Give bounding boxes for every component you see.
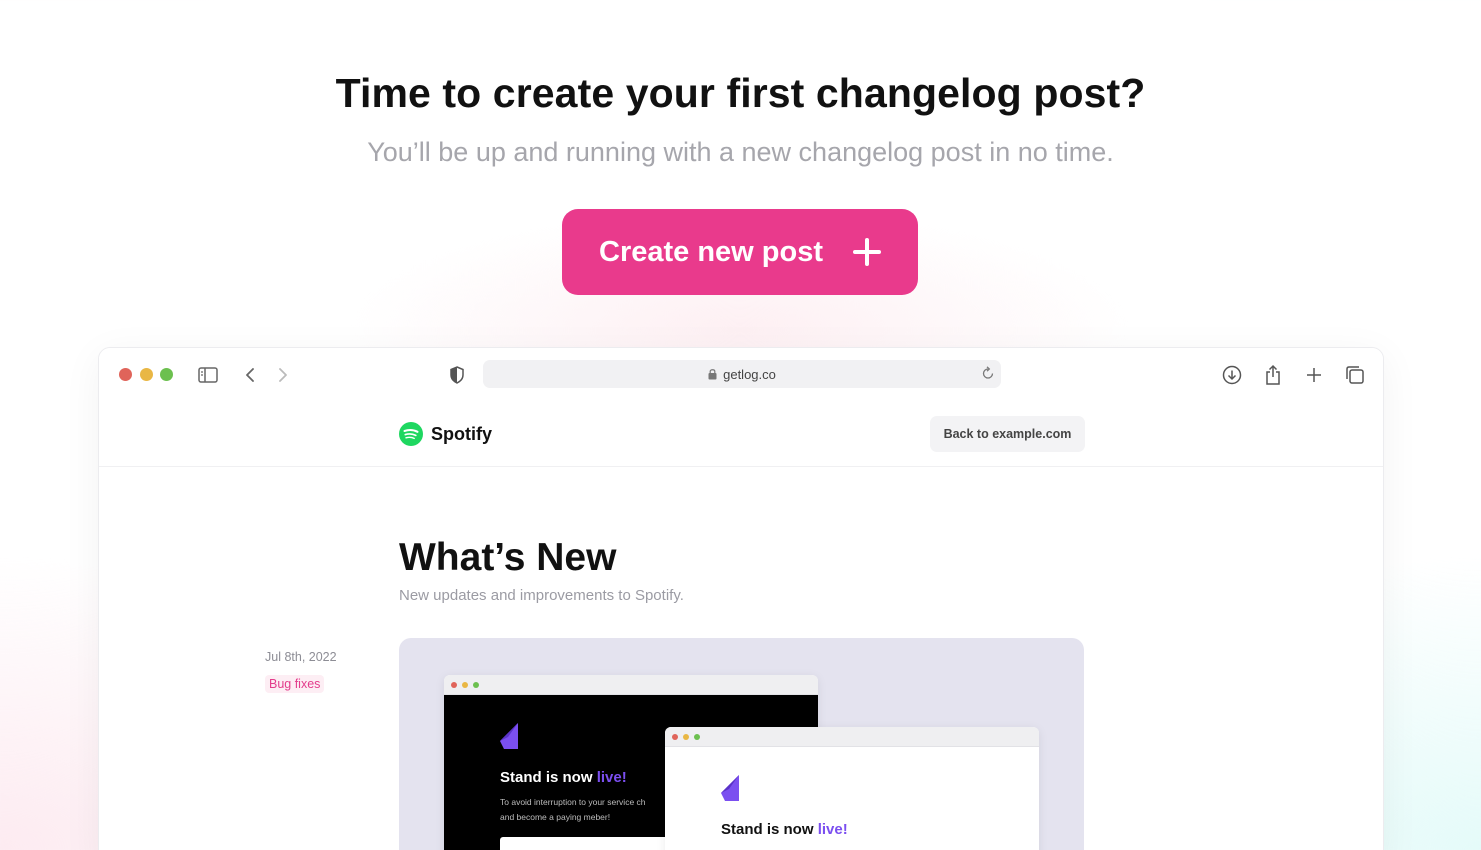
- address-bar[interactable]: getlog.co: [483, 360, 1001, 388]
- preview-window-light: Stand is now live!: [665, 727, 1039, 850]
- forward-icon[interactable]: [270, 362, 296, 388]
- tabs-overview-icon[interactable]: [1342, 362, 1368, 388]
- brand[interactable]: Spotify: [399, 422, 492, 446]
- brand-name: Spotify: [431, 423, 492, 444]
- back-icon[interactable]: [237, 362, 263, 388]
- create-new-post-label: Create new post: [599, 235, 823, 268]
- download-icon[interactable]: [1219, 362, 1245, 388]
- sidebar-toggle-icon[interactable]: [195, 362, 221, 388]
- reload-icon[interactable]: [981, 365, 995, 381]
- plus-icon: [853, 238, 881, 266]
- new-tab-icon[interactable]: [1301, 362, 1327, 388]
- page-heading: What’s New: [399, 536, 617, 579]
- close-window-button[interactable]: [119, 368, 132, 381]
- preview-window-bar: [444, 675, 818, 695]
- privacy-shield-icon[interactable]: [444, 362, 470, 388]
- preview-headline: Stand is now live!: [721, 821, 848, 838]
- preview-window-bar: [665, 727, 1039, 747]
- stand-logo-icon: [500, 723, 518, 749]
- share-icon[interactable]: [1260, 362, 1286, 388]
- minimize-window-button[interactable]: [140, 368, 153, 381]
- preview-body-text: To avoid interruption to your service ch…: [500, 797, 646, 822]
- address-bar-url: getlog.co: [723, 366, 776, 382]
- site-header: Spotify Back to example.com: [99, 402, 1383, 467]
- post-date: Jul 8th, 2022: [265, 650, 337, 664]
- post-tag[interactable]: Bug fixes: [265, 675, 325, 693]
- page-subheading: New updates and improvements to Spotify.: [399, 587, 684, 604]
- browser-toolbar: getlog.co: [99, 348, 1383, 402]
- preview-input: [500, 837, 680, 850]
- post-preview-image[interactable]: Stand is now live! To avoid interruption…: [399, 638, 1084, 850]
- browser-window: getlog.co Spotify Back to example.com Wh…: [98, 347, 1384, 850]
- stand-logo-icon: [721, 775, 739, 801]
- hero-subtitle: You’ll be up and running with a new chan…: [367, 137, 1114, 167]
- hero-title: Time to create your first changelog post…: [335, 70, 1146, 116]
- lock-icon: [708, 369, 717, 380]
- preview-headline: Stand is now live!: [500, 769, 627, 786]
- create-new-post-button[interactable]: Create new post: [562, 209, 918, 295]
- maximize-window-button[interactable]: [160, 368, 173, 381]
- back-to-site-button[interactable]: Back to example.com: [930, 416, 1085, 452]
- spotify-logo-icon: [399, 422, 423, 446]
